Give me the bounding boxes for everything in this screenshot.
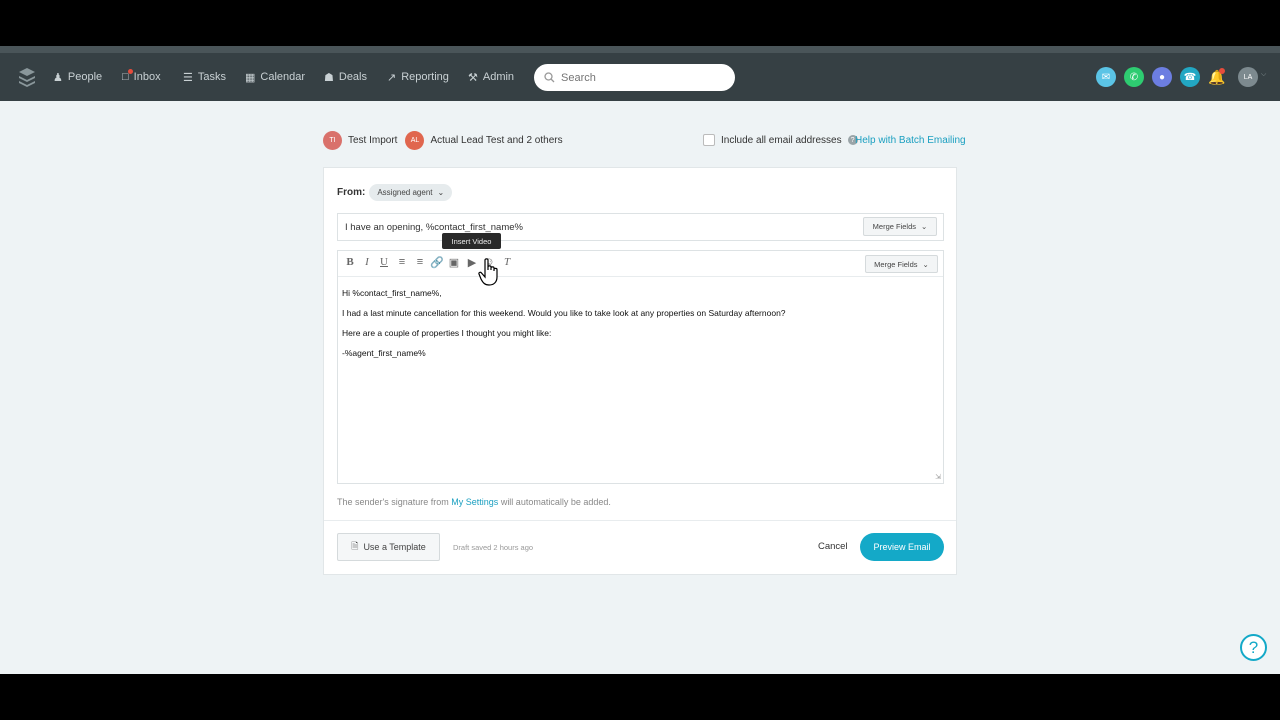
recipient-avatar: AL xyxy=(405,130,425,150)
chevron-down-icon: ⌄ xyxy=(922,259,929,269)
image-icon[interactable]: ▣ xyxy=(447,256,461,269)
chat-icon[interactable]: ● xyxy=(1152,67,1172,87)
chevron-down-icon: ⌄ xyxy=(921,222,928,231)
tasks-icon: ☰ xyxy=(183,71,193,84)
nav-tasks-label: Tasks xyxy=(197,71,226,83)
nav-inbox[interactable]: □ Inbox xyxy=(122,53,161,101)
chevron-down-icon: ⌄ xyxy=(437,188,445,197)
search-icon xyxy=(544,72,555,83)
body-line: Hi %contact_first_name%, xyxy=(342,288,442,298)
nav-reporting[interactable]: ↗ Reporting xyxy=(387,53,449,101)
link-icon[interactable]: 🔗 xyxy=(430,256,444,269)
editor-toolbar: B I U ≡ ≡ 🔗 ▣ ▶ ☺ T Merge Fields ⌄ xyxy=(338,251,943,277)
use-template-label: Use a Template xyxy=(363,542,426,552)
avatar[interactable]: LA xyxy=(1238,67,1258,87)
recipient-name[interactable]: Actual Lead Test and 2 others xyxy=(430,135,562,146)
body-line: Here are a couple of properties I though… xyxy=(342,328,552,338)
signature-prefix: The sender's signature from xyxy=(337,497,452,507)
nav-people-label: People xyxy=(67,71,103,83)
video-icon[interactable]: ▶ xyxy=(465,256,479,269)
subject-text: I have an opening, %contact_first_name% xyxy=(345,221,523,233)
cancel-button[interactable]: Cancel xyxy=(818,541,848,552)
recipient-avatar: TI xyxy=(323,130,342,150)
use-template-button[interactable]: 🗎 Use a Template xyxy=(337,533,440,561)
footer-divider xyxy=(324,520,956,521)
body-merge-fields-button[interactable]: Merge Fields ⌄ xyxy=(865,255,938,273)
help-icon[interactable]: ? xyxy=(1240,634,1267,661)
admin-icon: ⚒ xyxy=(468,71,478,84)
subject-merge-fields-button[interactable]: Merge Fields ⌄ xyxy=(863,217,937,236)
from-label: From: xyxy=(337,187,366,198)
reporting-icon: ↗ xyxy=(387,71,397,84)
email-icon[interactable]: ✉ xyxy=(1096,67,1116,87)
calendar-icon: ▦ xyxy=(245,71,256,84)
bullet-list-icon[interactable]: ≡ xyxy=(395,256,409,268)
include-all-label: Include all email addresses xyxy=(721,134,842,146)
email-body[interactable]: Hi %contact_first_name%, I had a last mi… xyxy=(342,283,786,363)
email-editor[interactable]: B I U ≡ ≡ 🔗 ▣ ▶ ☺ T Merge Fields ⌄ Hi %c… xyxy=(337,250,944,484)
nav-deals-label: Deals xyxy=(338,71,367,83)
merge-fields-label: Merge Fields xyxy=(874,259,918,269)
nav-calendar[interactable]: ▦ Calendar xyxy=(245,53,305,101)
from-row: From: Assigned agent ⌄ xyxy=(337,184,453,201)
from-value: Assigned agent xyxy=(377,188,433,197)
avatar-chevron-icon[interactable]: ⌵ xyxy=(1261,71,1266,79)
preview-email-button[interactable]: Preview Email xyxy=(860,533,944,561)
search-box[interactable] xyxy=(534,64,735,91)
signature-suffix: will automatically be added. xyxy=(498,497,611,507)
phone-icon[interactable]: ✆ xyxy=(1124,67,1144,87)
search-input[interactable] xyxy=(561,71,721,84)
nav-calendar-label: Calendar xyxy=(260,71,306,83)
person-icon: ♟ xyxy=(53,71,63,84)
underline-icon[interactable]: U xyxy=(377,256,391,268)
bell-icon[interactable]: 🔔 xyxy=(1207,67,1227,87)
inbox-icon: □ xyxy=(122,69,133,83)
clear-format-icon[interactable]: T xyxy=(500,256,514,268)
nav-admin[interactable]: ⚒ Admin xyxy=(468,53,514,101)
nav-tasks[interactable]: ☰ Tasks xyxy=(183,53,226,101)
recipients: TI Test Import AL Actual Lead Test and 2… xyxy=(323,130,563,150)
nav-people[interactable]: ♟ People xyxy=(53,53,102,101)
numbered-list-icon[interactable]: ≡ xyxy=(413,256,427,268)
insert-video-tooltip: Insert Video xyxy=(442,233,501,249)
document-icon: 🗎 xyxy=(351,541,359,551)
call-icon[interactable]: ☎ xyxy=(1180,67,1200,87)
nav-reporting-label: Reporting xyxy=(401,71,449,83)
body-line: -%agent_first_name% xyxy=(342,348,426,358)
nav-deals[interactable]: ☗ Deals xyxy=(324,53,367,101)
deals-icon: ☗ xyxy=(324,71,334,84)
signature-note: The sender's signature from My Settings … xyxy=(337,497,611,507)
logo-icon[interactable] xyxy=(18,67,36,87)
my-settings-link[interactable]: My Settings xyxy=(451,497,498,507)
include-all-option[interactable]: Include all email addresses ? xyxy=(703,134,858,146)
italic-icon[interactable]: I xyxy=(360,256,374,268)
resize-handle-icon[interactable]: ⇲ xyxy=(935,473,941,481)
include-all-checkbox[interactable] xyxy=(703,134,715,146)
compose-card: From: Assigned agent ⌄ I have an opening… xyxy=(323,167,957,575)
hand-cursor-icon xyxy=(478,258,498,286)
recipient-name[interactable]: Test Import xyxy=(348,135,397,146)
subject-field[interactable]: I have an opening, %contact_first_name% xyxy=(337,213,944,241)
bold-icon[interactable]: B xyxy=(343,256,357,268)
draft-status: Draft saved 2 hours ago xyxy=(453,543,534,552)
nav-admin-label: Admin xyxy=(482,71,515,83)
top-nav: ♟ People □ Inbox ☰ Tasks ▦ Calendar ☗ De… xyxy=(0,53,1280,101)
top-border xyxy=(0,46,1280,53)
body-line: I had a last minute cancellation for thi… xyxy=(342,308,786,318)
from-select[interactable]: Assigned agent ⌄ xyxy=(369,184,453,201)
merge-fields-label: Merge Fields xyxy=(872,222,917,231)
help-batch-link[interactable]: Help with Batch Emailing xyxy=(855,135,966,146)
nav-inbox-label: Inbox xyxy=(133,71,161,83)
